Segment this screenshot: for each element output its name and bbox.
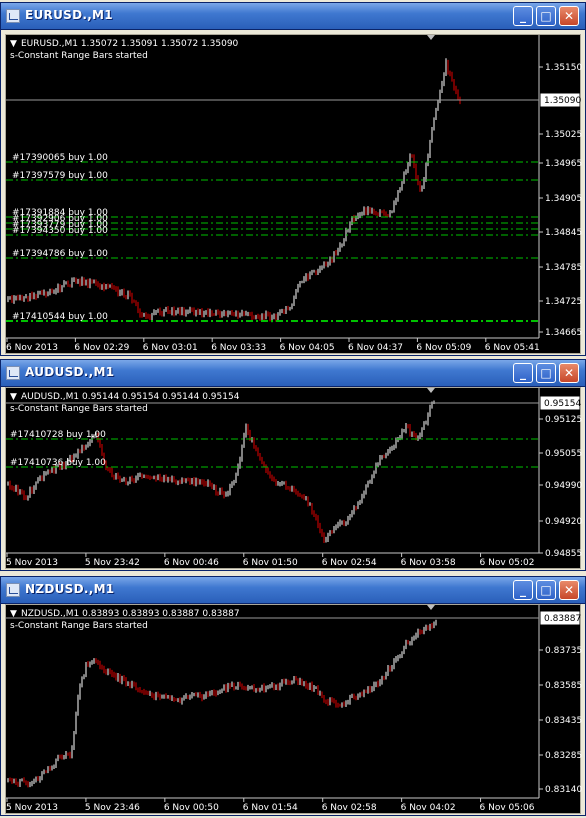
window-title: NZDUSD.,M1 [25, 582, 115, 596]
nzdusd-chart-window[interactable]: NZDUSD.,M1 _ □ ✕ ▼ NZDUSD.,M1 0.83893 0.8… [0, 576, 586, 816]
time-tick-label: 6 Nov 00:46 [164, 558, 219, 568]
time-tick-label: 6 Nov 05:02 [480, 558, 535, 568]
audusd-chart-window[interactable]: AUDUSD.,M1 _ □ ✕ ▼ AUDUSD.,M1 0.95144 0.9… [0, 359, 586, 571]
chart-shift-marker-icon[interactable] [427, 388, 435, 393]
time-tick-label: 6 Nov 03:58 [401, 558, 456, 568]
window-title: AUDUSD.,M1 [25, 365, 115, 379]
chart-header-quote: EURUSD.,M1 1.35072 1.35091 1.35072 1.350… [21, 39, 239, 49]
time-tick-label: 6 Nov 01:54 [243, 803, 298, 813]
indicator-status-text: s-Constant Range Bars started [10, 621, 148, 631]
price-tick-label: 0.94990 [545, 481, 582, 491]
time-tick-label: 6 Nov 04:05 [280, 343, 335, 353]
price-tick-label: 0.94855 [545, 549, 582, 559]
maximize-button[interactable]: □ [536, 580, 556, 600]
symbol-menu-arrow-icon[interactable]: ▼ [10, 392, 17, 402]
minimize-button[interactable]: _ [513, 363, 533, 383]
current-price-label: 0.95154 [544, 399, 581, 409]
price-tick-label: 0.95055 [545, 449, 582, 459]
price-tick-label: 0.83435 [545, 716, 582, 726]
price-tick-label: 0.83285 [545, 751, 582, 761]
price-tick-label: 1.35150 [545, 63, 582, 73]
window-titlebar[interactable]: AUDUSD.,M1 _ □ ✕ [1, 360, 585, 387]
time-tick-label: 6 Nov 05:09 [416, 343, 471, 353]
window-title: EURUSD.,M1 [25, 8, 113, 22]
time-tick-label: 6 Nov 05:41 [485, 343, 540, 353]
maximize-button[interactable]: □ [536, 363, 556, 383]
chart-window-icon [6, 366, 20, 380]
window-titlebar[interactable]: NZDUSD.,M1 _ □ ✕ [1, 577, 585, 604]
price-tick-label: 1.34845 [545, 228, 582, 238]
chart-shift-marker-icon[interactable] [427, 35, 435, 40]
order-label: #17394350 buy 1.00 [12, 226, 108, 236]
chart-window-icon [6, 9, 20, 23]
order-label: #17410736 buy 1.00 [10, 458, 106, 468]
price-tick-label: 0.94920 [545, 517, 582, 527]
price-bars [7, 400, 435, 544]
chart-window-icon [6, 583, 20, 597]
chart-area[interactable]: ▼ NZDUSD.,M1 0.83893 0.83893 0.83887 0.83… [5, 604, 582, 814]
time-tick-label: 6 Nov 03:01 [143, 343, 198, 353]
time-tick-label: 6 Nov 02:54 [322, 558, 377, 568]
price-chart[interactable]: ▼ AUDUSD.,M1 0.95144 0.95154 0.95144 0.95… [6, 388, 582, 568]
price-tick-label: 1.34785 [545, 263, 582, 273]
time-tick-label: 6 Nov 04:37 [348, 343, 403, 353]
order-label: #17397579 buy 1.00 [12, 171, 108, 181]
order-label: #17410544 buy 1.00 [12, 312, 108, 322]
time-tick-label: 6 Nov 02:29 [74, 343, 129, 353]
order-label: #17410728 buy 1.00 [10, 430, 106, 440]
price-tick-label: 0.83140 [545, 785, 582, 795]
time-tick-label: 6 Nov 2013 [6, 343, 58, 353]
minimize-button[interactable]: _ [513, 580, 533, 600]
price-tick-label: 0.95125 [545, 415, 582, 425]
time-tick-label: 6 Nov 03:33 [211, 343, 266, 353]
current-price-label: 1.35090 [544, 96, 581, 106]
time-tick-label: 5 Nov 23:42 [85, 558, 140, 568]
time-tick-label: 6 Nov 04:02 [401, 803, 456, 813]
price-bars [7, 619, 437, 788]
time-tick-label: 5 Nov 2013 [6, 803, 58, 813]
time-tick-label: 5 Nov 2013 [6, 558, 58, 568]
price-tick-label: 0.83585 [545, 681, 582, 691]
price-chart[interactable]: ▼ EURUSD.,M1 1.35072 1.35091 1.35072 1.35… [6, 35, 582, 353]
chart-header-quote: AUDUSD.,M1 0.95144 0.95154 0.95144 0.951… [21, 392, 240, 402]
time-tick-label: 6 Nov 05:06 [480, 803, 535, 813]
maximize-button[interactable]: □ [536, 6, 556, 26]
chart-area[interactable]: ▼ EURUSD.,M1 1.35072 1.35091 1.35072 1.35… [5, 34, 582, 354]
order-label: #17394786 buy 1.00 [12, 249, 108, 259]
eurusd-chart-window[interactable]: EURUSD.,M1 _ □ ✕ ▼ EURUSD.,M1 1.35072 1.3… [0, 2, 586, 356]
indicator-status-text: s-Constant Range Bars started [10, 404, 148, 414]
time-tick-label: 6 Nov 00:50 [164, 803, 219, 813]
price-tick-label: 1.34725 [545, 297, 582, 307]
chart-shift-marker-icon[interactable] [427, 605, 435, 610]
price-tick-label: 1.34905 [545, 194, 582, 204]
price-tick-label: 1.35025 [545, 130, 582, 140]
close-button[interactable]: ✕ [559, 363, 579, 383]
close-button[interactable]: ✕ [559, 580, 579, 600]
time-tick-label: 6 Nov 01:50 [243, 558, 298, 568]
time-tick-label: 6 Nov 02:58 [322, 803, 377, 813]
time-tick-label: 5 Nov 23:46 [85, 803, 140, 813]
indicator-status-text: s-Constant Range Bars started [10, 51, 148, 61]
close-button[interactable]: ✕ [559, 6, 579, 26]
price-tick-label: 1.34665 [545, 328, 582, 338]
order-label: #17390065 buy 1.00 [12, 153, 108, 163]
symbol-menu-arrow-icon[interactable]: ▼ [10, 39, 17, 49]
price-tick-label: 1.34965 [545, 159, 582, 169]
price-tick-label: 0.83735 [545, 646, 582, 656]
price-chart[interactable]: ▼ NZDUSD.,M1 0.83893 0.83893 0.83887 0.83… [6, 605, 582, 813]
current-price-label: 0.83887 [544, 614, 581, 624]
price-bars [7, 58, 461, 323]
minimize-button[interactable]: _ [513, 6, 533, 26]
chart-area[interactable]: ▼ AUDUSD.,M1 0.95144 0.95154 0.95144 0.95… [5, 387, 582, 569]
window-titlebar[interactable]: EURUSD.,M1 _ □ ✕ [1, 3, 585, 30]
